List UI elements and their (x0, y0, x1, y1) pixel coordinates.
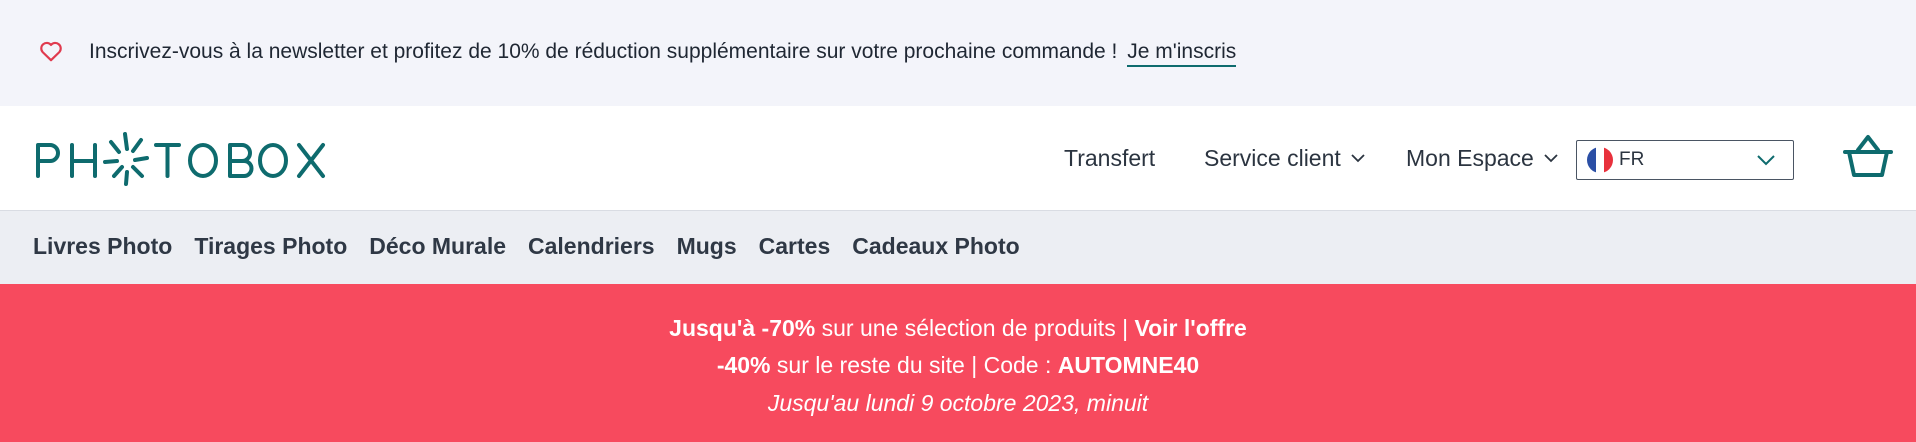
language-select[interactable]: FR (1576, 140, 1794, 180)
site-header: Transfert Service client Mon Espace FR (0, 106, 1916, 210)
france-flag-icon (1587, 147, 1613, 173)
chevron-down-icon (1757, 155, 1775, 166)
sale-line-1: Jusqu'à -70% sur une sélection de produi… (0, 313, 1916, 343)
newsletter-signup-link[interactable]: Je m'inscris (1127, 40, 1237, 67)
category-cartes[interactable]: Cartes (759, 233, 831, 260)
sale-deadline: Jusqu'au lundi 9 octobre 2023, minuit (767, 390, 1149, 416)
basket-icon[interactable] (1842, 134, 1894, 180)
service-client-menu[interactable]: Service client (1204, 140, 1365, 176)
mon-espace-wrap: Mon Espace (1406, 145, 1558, 172)
mon-espace-menu[interactable]: Mon Espace (1406, 140, 1558, 176)
category-calendriers[interactable]: Calendriers (528, 233, 655, 260)
newsletter-message: Inscrivez-vous à la newsletter et profit… (89, 38, 1237, 67)
sale-line-1-text: sur une sélection de produits | (821, 315, 1129, 341)
photobox-logo-image (36, 132, 325, 186)
transfer-label: Transfert (1064, 144, 1156, 171)
newsletter-text: Inscrivez-vous à la newsletter et profit… (89, 40, 1118, 63)
category-deco-murale[interactable]: Déco Murale (369, 233, 506, 260)
category-list: Livres Photo Tirages Photo Déco Murale C… (33, 233, 1042, 260)
sale-discount-headline: Jusqu'à -70% (669, 315, 816, 341)
promo-code: AUTOMNE40 (1057, 352, 1200, 378)
language-code: FR (1619, 149, 1645, 170)
category-cadeaux-photo[interactable]: Cadeaux Photo (852, 233, 1019, 260)
service-client-label: Service client (1204, 144, 1341, 171)
category-livres-photo[interactable]: Livres Photo (33, 233, 172, 260)
sale-line-2-text: sur le reste du site | Code : (776, 352, 1052, 378)
category-tirages-photo[interactable]: Tirages Photo (194, 233, 347, 260)
category-nav: Livres Photo Tirages Photo Déco Murale C… (0, 210, 1916, 284)
category-mugs[interactable]: Mugs (677, 233, 737, 260)
chevron-down-icon (1351, 153, 1365, 162)
sale-site-discount: -40% (716, 352, 771, 378)
service-client-wrap: Service client (1204, 145, 1365, 172)
transfer-link[interactable]: Transfert (1064, 140, 1155, 176)
photobox-logo[interactable] (34, 132, 334, 186)
newsletter-bar: Inscrivez-vous à la newsletter et profit… (0, 0, 1916, 106)
sale-line-2: -40% sur le reste du site | Code : AUTOM… (0, 350, 1916, 380)
sale-banner: Jusqu'à -70% sur une sélection de produi… (0, 284, 1916, 442)
see-offer-link[interactable]: Voir l'offre (1134, 315, 1246, 341)
mon-espace-label: Mon Espace (1406, 144, 1534, 171)
chevron-down-icon (1544, 153, 1558, 162)
heart-icon (40, 41, 62, 62)
